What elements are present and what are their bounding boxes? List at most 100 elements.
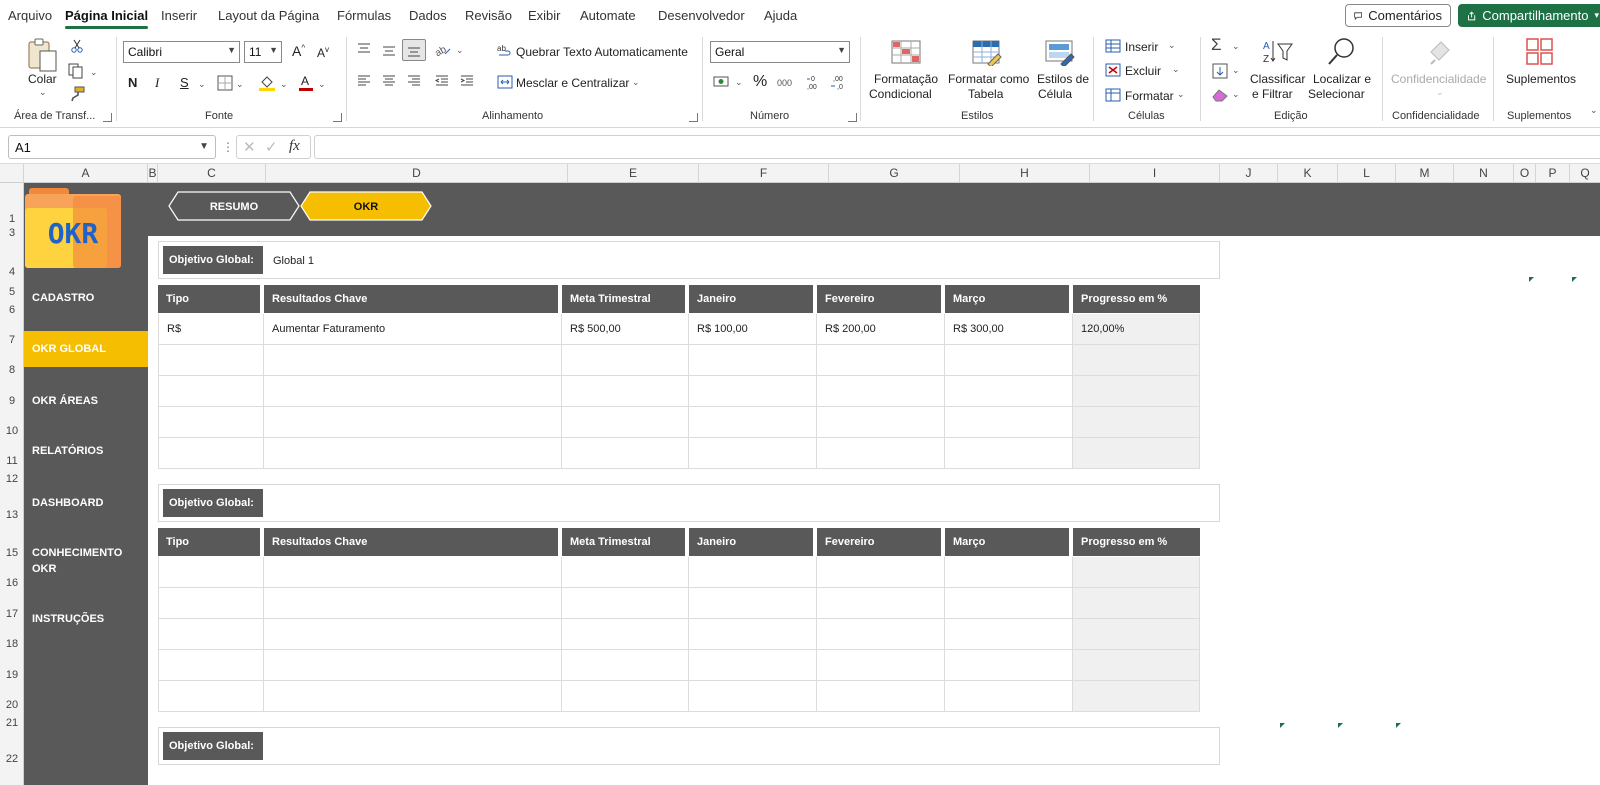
sensitivity-icon[interactable] — [1427, 38, 1453, 66]
table-cell[interactable] — [264, 557, 562, 588]
table-cell[interactable] — [264, 650, 562, 681]
table-cell[interactable] — [562, 438, 689, 469]
table-cell[interactable] — [817, 438, 945, 469]
wrap-text-label[interactable]: Quebrar Texto Automaticamente — [516, 45, 688, 59]
table-cell[interactable] — [1073, 407, 1200, 438]
sort-filter-label-2[interactable]: e Filtrar — [1252, 87, 1293, 101]
row-header[interactable]: 22 — [0, 753, 24, 765]
column-header[interactable]: F — [699, 164, 829, 183]
table-cell[interactable] — [562, 557, 689, 588]
clear-icon[interactable] — [1211, 88, 1229, 102]
table-cell[interactable] — [264, 345, 562, 376]
table-cell[interactable] — [689, 407, 817, 438]
table-cell[interactable] — [817, 619, 945, 650]
row-header[interactable]: 21 — [0, 717, 24, 729]
table-cell[interactable] — [264, 407, 562, 438]
chevron-down-icon[interactable]: ⌄ — [735, 77, 743, 88]
row-header[interactable]: 6 — [0, 304, 24, 316]
cell-styles-icon[interactable] — [1045, 40, 1075, 66]
row-header[interactable]: 4 — [0, 266, 24, 278]
table-cell[interactable] — [817, 650, 945, 681]
column-header[interactable]: M — [1396, 164, 1454, 183]
table-cell[interactable] — [158, 650, 264, 681]
table-cell[interactable] — [689, 376, 817, 407]
table-cell[interactable] — [689, 345, 817, 376]
row-header[interactable]: 13 — [0, 509, 24, 521]
find-select-label-2[interactable]: Selecionar — [1308, 87, 1365, 101]
paste-button[interactable] — [26, 37, 62, 73]
cell-styles-label-2[interactable]: Célula — [1038, 87, 1072, 101]
row-header[interactable]: 18 — [0, 638, 24, 650]
merge-center-label[interactable]: Mesclar e Centralizar — [516, 76, 629, 90]
column-header[interactable]: L — [1338, 164, 1396, 183]
alignment-launcher-icon[interactable] — [689, 113, 698, 122]
table-cell[interactable] — [158, 345, 264, 376]
table-cell[interactable] — [945, 619, 1073, 650]
table-cell[interactable] — [562, 345, 689, 376]
table-cell[interactable] — [1073, 345, 1200, 376]
table-cell[interactable] — [158, 557, 264, 588]
delete-cells-label[interactable]: Excluir — [1125, 64, 1161, 78]
sidebar-item-okr-areas[interactable]: OKR ÁREAS — [24, 393, 148, 409]
table-cell[interactable] — [264, 681, 562, 712]
chevron-down-icon[interactable]: ⌄ — [1172, 64, 1180, 75]
delete-cells-icon[interactable] — [1105, 63, 1121, 77]
column-header[interactable]: A — [24, 164, 148, 183]
column-header[interactable]: K — [1278, 164, 1338, 183]
table-cell[interactable]: Aumentar Faturamento — [264, 314, 562, 345]
format-as-table-label-2[interactable]: Tabela — [968, 87, 1003, 101]
table-cell[interactable] — [1073, 650, 1200, 681]
table-cell[interactable] — [158, 407, 264, 438]
name-box[interactable]: A1 ▼ — [8, 135, 216, 159]
column-header[interactable]: B — [148, 164, 158, 183]
tab-revisao[interactable]: Revisão — [465, 8, 512, 23]
table-cell[interactable] — [264, 588, 562, 619]
chevron-down-icon[interactable]: ⌄ — [280, 79, 288, 90]
row-header[interactable]: 15 — [0, 547, 24, 559]
table-cell[interactable] — [817, 681, 945, 712]
table-cell[interactable]: R$ — [158, 314, 264, 345]
increase-indent-icon[interactable] — [460, 75, 474, 87]
column-header[interactable]: P — [1536, 164, 1570, 183]
increase-decimal-icon[interactable]: 0,00 — [806, 74, 822, 90]
table-cell[interactable] — [562, 650, 689, 681]
chevron-down-icon[interactable]: ⌄ — [456, 45, 464, 56]
table-cell[interactable] — [1073, 557, 1200, 588]
number-launcher-icon[interactable] — [848, 113, 857, 122]
nav-tab-okr[interactable]: OKR — [300, 191, 432, 221]
addins-label[interactable]: Suplementos — [1506, 72, 1576, 86]
copy-icon[interactable] — [68, 63, 84, 79]
conditional-formatting-icon[interactable] — [891, 40, 921, 64]
select-all-corner[interactable] — [0, 164, 24, 183]
share-button[interactable]: Compartilhamento ▾ — [1458, 4, 1600, 27]
align-top-icon[interactable] — [357, 43, 371, 55]
table-cell[interactable] — [945, 376, 1073, 407]
format-as-table-label-1[interactable]: Formatar como — [948, 72, 1029, 86]
chevron-down-icon[interactable]: ⌄ — [1232, 89, 1240, 100]
tab-desenvolvedor[interactable]: Desenvolvedor — [658, 8, 745, 23]
align-left-icon[interactable] — [357, 75, 371, 87]
format-cells-icon[interactable] — [1105, 88, 1121, 102]
row-header[interactable]: 7 — [0, 334, 24, 346]
table-cell[interactable] — [689, 681, 817, 712]
sort-filter-label-1[interactable]: Classificar — [1250, 72, 1305, 86]
insert-cells-icon[interactable] — [1105, 39, 1121, 53]
row-header[interactable]: 16 — [0, 577, 24, 589]
tab-ajuda[interactable]: Ajuda — [764, 8, 797, 23]
format-painter-icon[interactable] — [70, 86, 85, 102]
tab-automate[interactable]: Automate — [580, 8, 636, 23]
align-right-icon[interactable] — [407, 75, 421, 87]
tab-inserir[interactable]: Inserir — [161, 8, 197, 23]
row-header[interactable]: 5 — [0, 286, 24, 298]
table-cell[interactable] — [689, 438, 817, 469]
chevron-down-icon[interactable]: ⌄ — [1168, 40, 1176, 51]
table-cell[interactable] — [1073, 681, 1200, 712]
fill-color-icon[interactable] — [258, 73, 276, 91]
comments-button[interactable]: Comentários — [1345, 4, 1451, 27]
table-cell[interactable]: R$ 200,00 — [817, 314, 945, 345]
table-cell[interactable] — [689, 557, 817, 588]
table-cell[interactable] — [1073, 619, 1200, 650]
tab-dados[interactable]: Dados — [409, 8, 447, 23]
table-cell[interactable] — [945, 681, 1073, 712]
table-cell[interactable] — [945, 557, 1073, 588]
